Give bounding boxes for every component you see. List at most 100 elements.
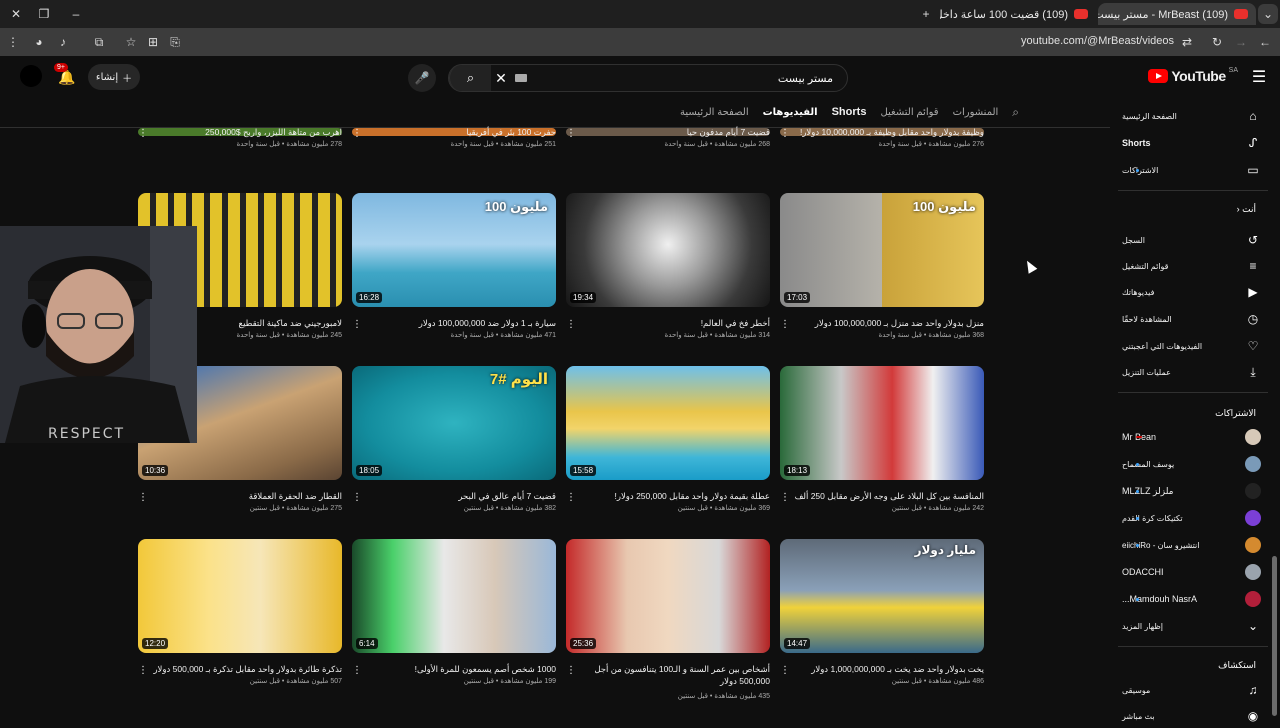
keyboard-icon[interactable] xyxy=(515,74,527,82)
search-icon[interactable]: ⌕ xyxy=(449,65,491,91)
hamburger-menu-icon[interactable]: ☰ xyxy=(1250,68,1268,86)
youtube-logo[interactable]: YouTube SA xyxy=(1148,67,1238,84)
more-actions-icon[interactable]: ⋮ xyxy=(138,126,148,140)
sidebar-item-subscriptions[interactable]: ▭ الاشتراكات xyxy=(1118,158,1268,182)
restore-window-icon[interactable]: ❐ xyxy=(34,4,54,24)
browser-tab-1[interactable]: (109) MrBeast - مستر بيست - Yo xyxy=(1098,3,1256,25)
video-thumbnail[interactable]: 6:14 xyxy=(352,539,556,653)
sidebar-item-watch-later[interactable]: ◷ المشاهدة لاحقًا xyxy=(1118,307,1268,331)
video-card[interactable]: 15:58 عطلة بقيمة دولار واحد مقابل 250,00… xyxy=(566,366,770,526)
search-box[interactable]: ⌕ ✕ مستر بيست xyxy=(448,64,848,92)
sidebar-channel[interactable]: ODACCHI xyxy=(1118,560,1268,584)
sidebar-item-downloads[interactable]: ⤓ عمليات التنزيل xyxy=(1118,360,1268,384)
sidebar-item-liked-videos[interactable]: ♡ الفيديوهات التي أعجبتني xyxy=(1118,334,1268,358)
video-title[interactable]: سيارة بـ 1 دولار ضد 100,000,000 دولار xyxy=(366,317,556,329)
video-thumbnail[interactable]: 25:36 xyxy=(566,539,770,653)
more-actions-icon[interactable]: ⋮ xyxy=(352,490,362,504)
more-actions-icon[interactable]: ⋮ xyxy=(780,126,790,140)
video-title[interactable]: تذكرة طائرة بدولار واحد مقابل تذكرة بـ 5… xyxy=(152,663,342,675)
you-section-header[interactable]: أنت ‹ xyxy=(1237,204,1256,215)
new-tab-icon[interactable]: + xyxy=(916,4,936,24)
video-card[interactable]: 18:13 المنافسة بين كل البلاد على وجه الأ… xyxy=(780,366,984,526)
sidebar-scrollbar[interactable] xyxy=(1272,556,1277,716)
more-actions-icon[interactable]: ⋮ xyxy=(352,126,362,140)
more-actions-icon[interactable]: ⋮ xyxy=(138,490,148,504)
video-card[interactable]: 12:20 تذكرة طائرة بدولار واحد مقابل تذكر… xyxy=(138,539,342,699)
video-card[interactable]: مليار دولار 14:47 يخت بدولار واحد ضد يخت… xyxy=(780,539,984,699)
sidebar-channel[interactable]: تكتيكات كرة القدم xyxy=(1118,506,1268,530)
tab-videos[interactable]: الفيديوهات xyxy=(763,107,818,118)
sidebar-item-shorts[interactable]: ᔑ Shorts xyxy=(1118,131,1268,155)
video-title[interactable]: أشخاص بين عمر السنة و الـ100 يتنافسون من… xyxy=(580,663,770,689)
sidebar-channel[interactable]: ملزلز MLZLZ xyxy=(1118,479,1268,503)
more-actions-icon[interactable]: ⋮ xyxy=(780,490,790,504)
video-title[interactable]: القطار ضد الحفرة العملاقة xyxy=(152,490,342,502)
sidebar-item-home[interactable]: ⌂ الصفحة الرئيسية xyxy=(1118,104,1268,128)
reload-icon[interactable]: ↻ xyxy=(1208,33,1226,51)
video-title[interactable]: 1000 شخص أصم يسمعون للمرة الأولى! xyxy=(366,663,556,675)
browser-tab-2[interactable]: (109) قضيت 100 ساعة داخل الأ xyxy=(940,3,1096,25)
video-card[interactable]: 100 مليون 16:28 سيارة بـ 1 دولار ضد 100,… xyxy=(352,193,556,353)
media-icon[interactable]: ♪ xyxy=(54,33,72,51)
more-actions-icon[interactable]: ⋮ xyxy=(352,663,362,677)
translate-icon[interactable]: ⊞ xyxy=(144,33,162,51)
channel-search-icon[interactable]: ⌕ xyxy=(1012,105,1019,120)
video-thumbnail[interactable]: 100 مليون 17:03 xyxy=(780,193,984,307)
video-thumbnail[interactable]: اليوم #7 18:05 xyxy=(352,366,556,480)
close-window-icon[interactable]: ✕ xyxy=(6,4,26,24)
video-thumbnail[interactable]: 12:20 xyxy=(138,539,342,653)
sidebar-channel[interactable]: Mamdouh NasrA... xyxy=(1118,587,1268,611)
sidebar-item-music[interactable]: ♫ موسيقى xyxy=(1118,678,1268,702)
sidebar-item-live[interactable]: ◉ بث مباشر xyxy=(1118,704,1268,728)
tab-home[interactable]: الصفحة الرئيسية xyxy=(680,107,749,118)
video-title[interactable]: حفرت 100 بئر في أفريقيا xyxy=(366,126,556,138)
video-title[interactable]: وظيفة بدولار واحد مقابل وظيفة بـ 10,000,… xyxy=(794,126,984,138)
video-title[interactable]: منزل بدولار واحد ضد منزل بـ 100,000,000 … xyxy=(794,317,984,329)
more-actions-icon[interactable]: ⋮ xyxy=(566,490,576,504)
sidebar-item-your-videos[interactable]: ▶ فيديوهاتك xyxy=(1118,280,1268,304)
sidebar-channel-mr-bean[interactable]: Mr Bean xyxy=(1118,425,1268,449)
sidebar-item-history[interactable]: ↺ السجل xyxy=(1118,228,1268,252)
minimize-window-icon[interactable]: – xyxy=(66,4,86,24)
install-app-icon[interactable]: ⎘ xyxy=(166,33,184,51)
more-actions-icon[interactable]: ⋮ xyxy=(352,317,362,331)
video-title[interactable]: اهرب من متاهة الليزر، واربح $250,000 xyxy=(152,126,342,138)
more-actions-icon[interactable]: ⋮ xyxy=(780,663,790,677)
video-title[interactable]: أخطر فخ في العالم! xyxy=(580,317,770,329)
more-actions-icon[interactable]: ⋮ xyxy=(138,663,148,677)
sidebar-show-more[interactable]: ⌄ إظهار المزيد xyxy=(1118,614,1268,638)
video-card[interactable]: اليوم #7 18:05 قضيت 7 أيام عالق في البحر… xyxy=(352,366,556,526)
clear-search-icon[interactable]: ✕ xyxy=(493,70,509,86)
video-thumbnail[interactable]: 18:13 xyxy=(780,366,984,480)
video-thumbnail[interactable]: 15:58 xyxy=(566,366,770,480)
video-title[interactable]: عطلة بقيمة دولار واحد مقابل 250,000 دولا… xyxy=(580,490,770,502)
sidebar-item-playlists[interactable]: ≡ قوائم التشغيل xyxy=(1118,254,1268,278)
tab-posts[interactable]: المنشورات xyxy=(953,107,999,118)
sidebar-channel[interactable]: يوسف المسماح xyxy=(1118,452,1268,476)
create-button[interactable]: ＋ إنشاء xyxy=(88,64,140,90)
video-card[interactable]: 100 مليون 17:03 منزل بدولار واحد ضد منزل… xyxy=(780,193,984,353)
voice-search-icon[interactable]: 🎤 xyxy=(408,64,436,92)
sidebar-channel[interactable]: انتشيرو سان - eiichiRo xyxy=(1118,533,1268,557)
more-actions-icon[interactable]: ⋮ xyxy=(566,317,576,331)
menu-dots-icon[interactable]: ⋮ xyxy=(4,33,22,51)
video-title[interactable]: قضيت 7 أيام عالق في البحر xyxy=(366,490,556,502)
video-thumbnail[interactable]: 100 مليون 16:28 xyxy=(352,193,556,307)
more-actions-icon[interactable]: ⋮ xyxy=(566,663,576,677)
search-input[interactable]: مستر بيست xyxy=(778,72,833,85)
profile-icon[interactable]: ◕ xyxy=(30,33,48,51)
video-card[interactable]: 6:14 1000 شخص أصم يسمعون للمرة الأولى! 1… xyxy=(352,539,556,699)
site-settings-icon[interactable]: ⇄ xyxy=(1178,33,1196,51)
more-actions-icon[interactable]: ⋮ xyxy=(780,317,790,331)
url-field[interactable]: youtube.com/@MrBeast/videos xyxy=(1021,35,1174,47)
video-thumbnail[interactable]: مليار دولار 14:47 xyxy=(780,539,984,653)
tab-playlists[interactable]: قوائم التشغيل xyxy=(880,107,938,118)
more-actions-icon[interactable]: ⋮ xyxy=(566,126,576,140)
video-card[interactable]: 19:34 أخطر فخ في العالم! 314 مليون مشاهد… xyxy=(566,193,770,353)
video-title[interactable]: قضيت 7 أيام مدفون حيا xyxy=(580,126,770,138)
tab-search-icon[interactable]: ⌄ xyxy=(1258,4,1278,24)
video-card[interactable]: 25:36 أشخاص بين عمر السنة و الـ100 يتناف… xyxy=(566,539,770,700)
extensions-icon[interactable]: ⧉ xyxy=(90,33,108,51)
bookmark-star-icon[interactable]: ☆ xyxy=(122,33,140,51)
forward-icon[interactable]: → xyxy=(1232,33,1250,51)
